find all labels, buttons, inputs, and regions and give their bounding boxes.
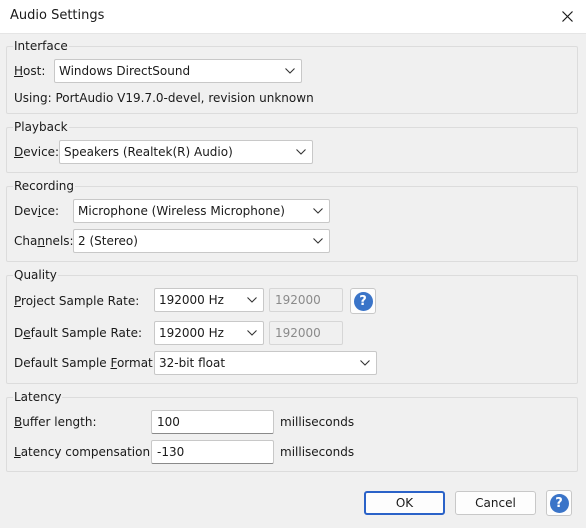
latency-compensation-input[interactable]: -130 (151, 440, 274, 464)
chevron-down-icon (247, 330, 257, 336)
close-button[interactable] (554, 4, 580, 28)
host-select-value: Windows DirectSound (59, 64, 191, 78)
host-select[interactable]: Windows DirectSound (54, 59, 302, 83)
chevron-down-icon (313, 208, 323, 214)
quality-legend: Quality (13, 268, 58, 282)
recording-device-label: Device: (14, 204, 60, 218)
chevron-down-icon (247, 297, 257, 303)
playback-device-label: Device: (14, 145, 60, 159)
recording-legend: Recording (13, 179, 76, 193)
close-icon (561, 10, 573, 22)
buffer-length-label: Buffer length: (14, 415, 97, 429)
dialog-help-button[interactable]: ? (546, 490, 572, 516)
default-rate-select[interactable]: 192000 Hz (154, 321, 264, 345)
help-icon: ? (353, 291, 373, 311)
sample-format-label: Default Sample Format: (14, 356, 157, 370)
title-bar: Audio Settings (0, 0, 586, 34)
recording-device-select[interactable]: Microphone (Wireless Microphone) (73, 199, 330, 223)
chevron-down-icon (360, 360, 370, 366)
chevron-down-icon (285, 68, 295, 74)
project-rate-value: 192000 Hz (159, 293, 224, 307)
channels-select[interactable]: 2 (Stereo) (73, 229, 330, 253)
channels-label: Channels: (14, 234, 74, 248)
help-icon: ? (549, 493, 569, 513)
buffer-length-input[interactable]: 100 (151, 410, 274, 434)
default-rate-custom-field: 192000 (269, 321, 343, 345)
project-rate-label: Project Sample Rate: (14, 294, 140, 308)
project-rate-help-button[interactable]: ? (350, 288, 376, 314)
channels-value: 2 (Stereo) (78, 234, 138, 248)
sample-format-value: 32-bit float (159, 356, 226, 370)
recording-device-value: Microphone (Wireless Microphone) (78, 204, 285, 218)
cancel-button[interactable]: Cancel (455, 491, 536, 515)
project-rate-custom-field: 192000 (269, 288, 343, 312)
playback-device-select[interactable]: Speakers (Realtek(R) Audio) (59, 140, 313, 164)
default-rate-label: Default Sample Rate: (14, 326, 143, 340)
latency-group (6, 397, 578, 472)
host-label: Host: (14, 64, 46, 78)
window-title: Audio Settings (10, 8, 105, 23)
buffer-length-unit: milliseconds (280, 415, 355, 429)
playback-device-value: Speakers (Realtek(R) Audio) (64, 145, 233, 159)
ok-button[interactable]: OK (364, 491, 445, 515)
sample-format-select[interactable]: 32-bit float (154, 351, 377, 375)
using-info: Using: PortAudio V19.7.0-devel, revision… (14, 91, 314, 105)
playback-legend: Playback (13, 120, 69, 134)
chevron-down-icon (296, 149, 306, 155)
project-rate-select[interactable]: 192000 Hz (154, 288, 264, 312)
chevron-down-icon (313, 238, 323, 244)
latency-legend: Latency (13, 390, 63, 404)
interface-legend: Interface (13, 39, 69, 53)
default-rate-value: 192000 Hz (159, 326, 224, 340)
latency-compensation-unit: milliseconds (280, 445, 355, 459)
latency-compensation-label: Latency compensation: (14, 445, 155, 459)
